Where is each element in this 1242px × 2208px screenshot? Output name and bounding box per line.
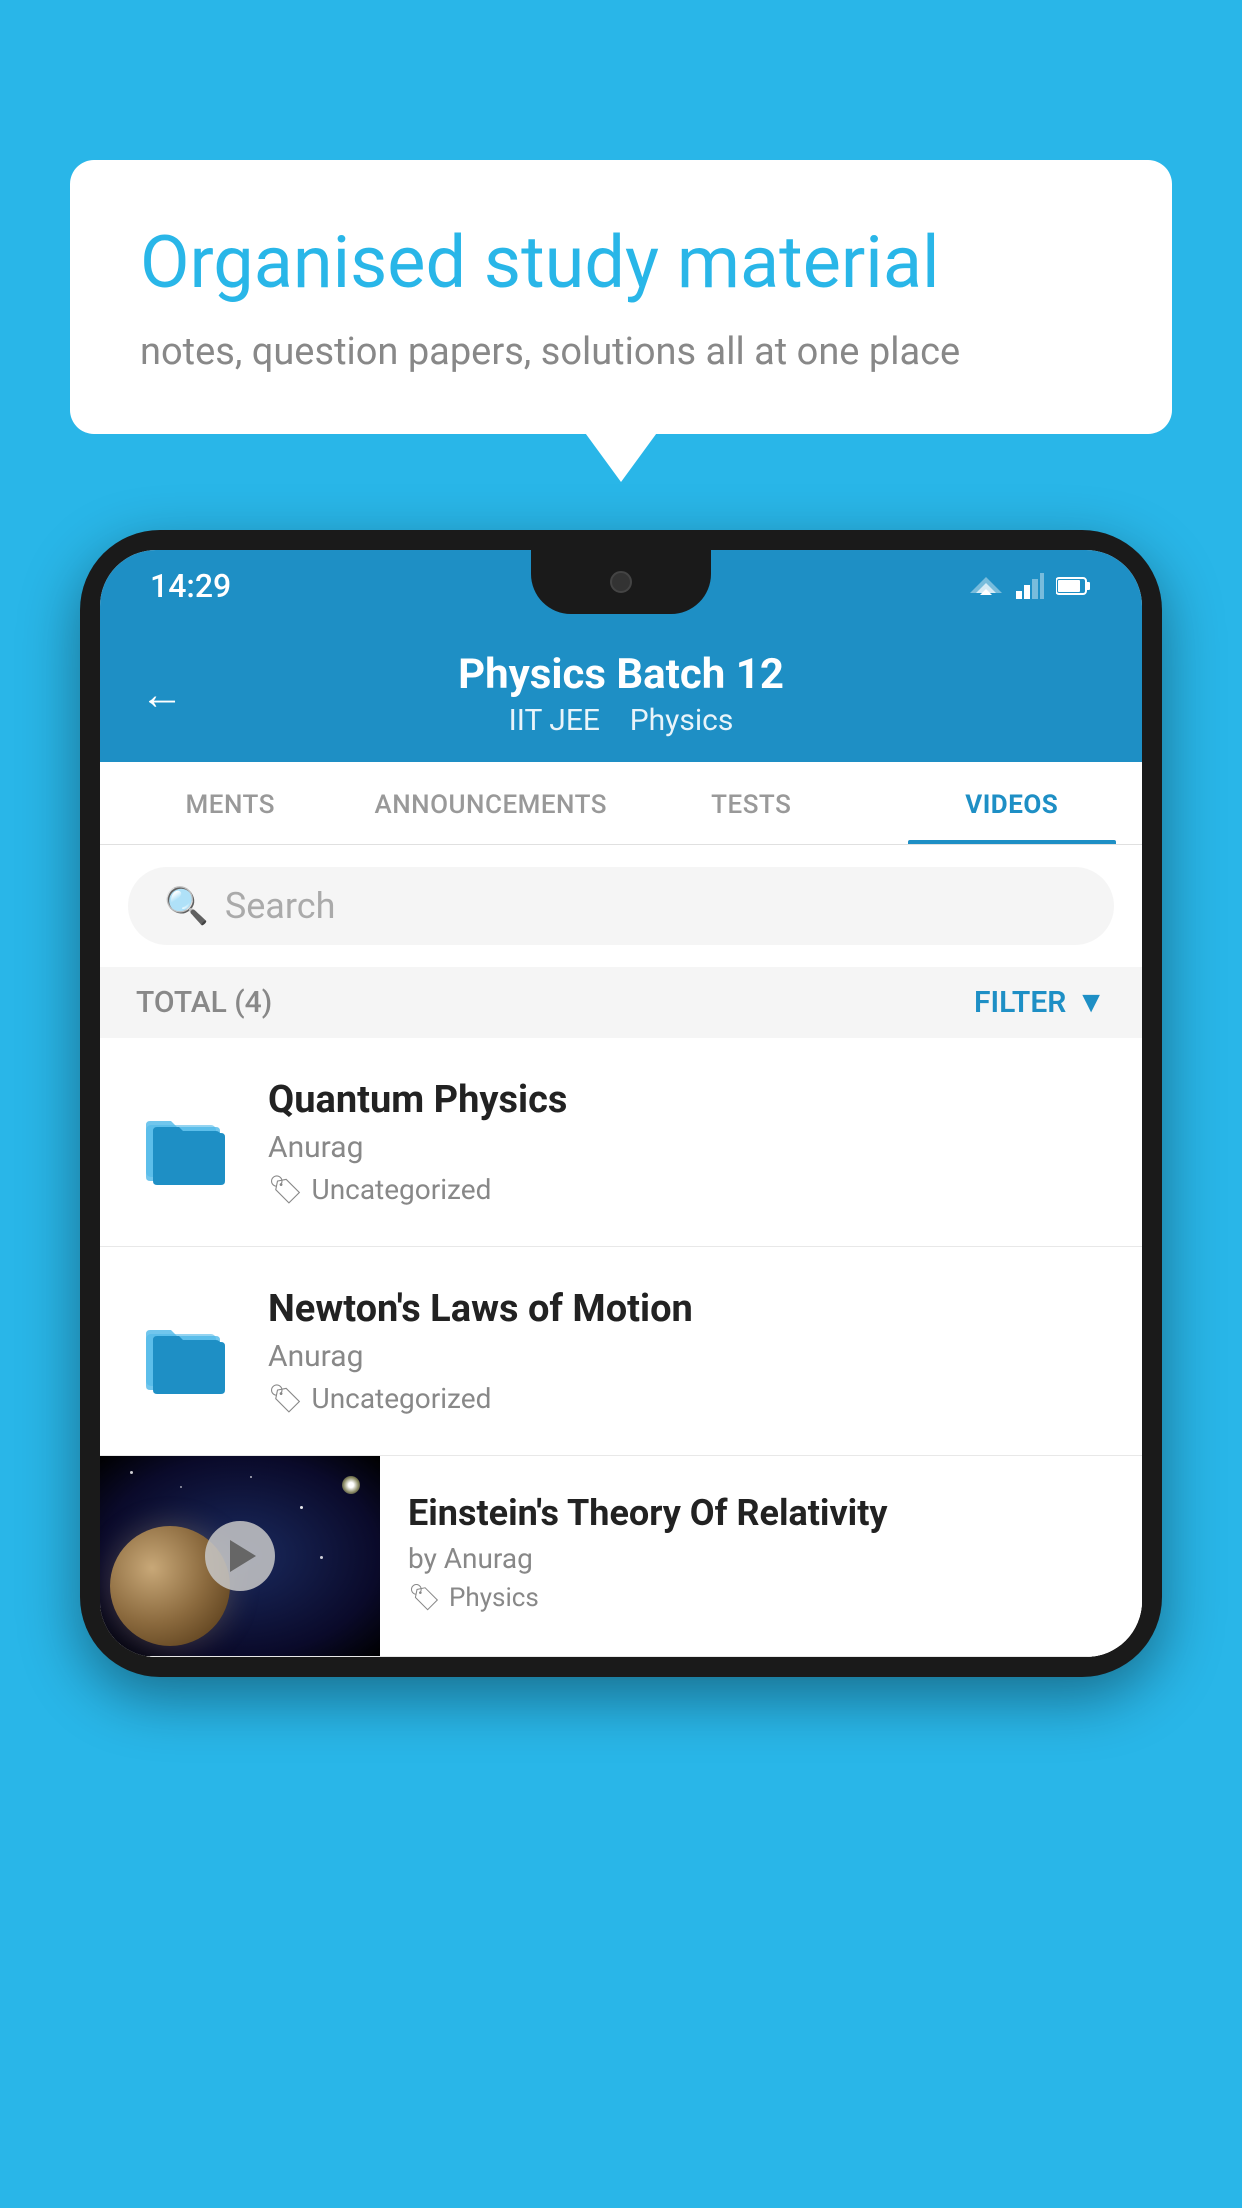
- tag-icon: 🏷: [268, 1382, 304, 1415]
- tab-ments[interactable]: MENTS: [100, 762, 361, 844]
- signal-icon: [1016, 573, 1044, 599]
- item-tag: 🏷 Uncategorized: [268, 1173, 1106, 1206]
- item-title: Quantum Physics: [268, 1078, 1106, 1122]
- item-author: Anurag: [268, 1130, 1106, 1165]
- list-item[interactable]: Newton's Laws of Motion Anurag 🏷 Uncateg…: [100, 1247, 1142, 1456]
- filter-label: FILTER: [974, 985, 1066, 1020]
- search-bar[interactable]: 🔍 Search: [128, 867, 1114, 945]
- header-title: Physics Batch 12: [458, 650, 784, 699]
- filter-icon: ▼: [1076, 985, 1106, 1020]
- tag-icon: 🏷: [408, 1583, 441, 1613]
- list-item-thumb[interactable]: Einstein's Theory Of Relativity by Anura…: [100, 1456, 1142, 1657]
- bubble-subtitle: notes, question papers, solutions all at…: [140, 330, 1102, 374]
- app-header: ← Physics Batch 12 IIT JEE Physics: [100, 622, 1142, 762]
- item-title: Newton's Laws of Motion: [268, 1287, 1106, 1331]
- item-tag: 🏷 Uncategorized: [268, 1382, 1106, 1415]
- tag-label: Uncategorized: [312, 1173, 492, 1206]
- total-count: TOTAL (4): [136, 985, 272, 1020]
- camera-dot: [610, 571, 632, 593]
- folder-icon: [136, 1092, 236, 1192]
- item-author: Anurag: [268, 1339, 1106, 1374]
- tab-announcements[interactable]: ANNOUNCEMENTS: [361, 762, 622, 844]
- notch: [531, 550, 711, 614]
- video-tag: 🏷 Physics: [408, 1583, 1114, 1613]
- tab-tests[interactable]: TESTS: [621, 762, 882, 844]
- folder-icon: [136, 1301, 236, 1401]
- header-subtitle: IIT JEE Physics: [458, 703, 784, 738]
- status-icons: [968, 573, 1092, 599]
- tab-videos[interactable]: VIDEOS: [882, 762, 1143, 844]
- back-button[interactable]: ←: [140, 668, 184, 720]
- subtitle-iitjee: IIT JEE: [509, 703, 600, 738]
- bubble-title: Organised study material: [140, 220, 1102, 306]
- wifi-icon: [968, 573, 1004, 599]
- filter-bar: TOTAL (4) FILTER ▼: [100, 967, 1142, 1038]
- phone-frame: 14:29: [80, 530, 1162, 1677]
- battery-icon: [1056, 576, 1092, 596]
- speech-bubble: Organised study material notes, question…: [70, 160, 1172, 434]
- status-bar: 14:29: [100, 550, 1142, 622]
- tabs-bar: MENTS ANNOUNCEMENTS TESTS VIDEOS: [100, 762, 1142, 845]
- video-author: by Anurag: [408, 1542, 1114, 1575]
- video-title: Einstein's Theory Of Relativity: [408, 1492, 1114, 1534]
- play-triangle: [230, 1540, 256, 1572]
- search-placeholder[interactable]: Search: [225, 885, 336, 927]
- filter-button[interactable]: FILTER ▼: [974, 985, 1106, 1020]
- play-button[interactable]: [205, 1521, 275, 1591]
- search-section: 🔍 Search: [100, 845, 1142, 967]
- thumb-content: Einstein's Theory Of Relativity by Anura…: [380, 1456, 1142, 1649]
- status-time: 14:29: [150, 567, 231, 605]
- header-title-group: Physics Batch 12 IIT JEE Physics: [458, 650, 784, 738]
- list-item[interactable]: Quantum Physics Anurag 🏷 Uncategorized: [100, 1038, 1142, 1247]
- phone-screen: 14:29: [100, 550, 1142, 1657]
- tag-label: Uncategorized: [312, 1382, 492, 1415]
- subtitle-physics: Physics: [630, 703, 734, 738]
- item-content: Quantum Physics Anurag 🏷 Uncategorized: [268, 1078, 1106, 1206]
- search-icon: 🔍: [164, 885, 209, 927]
- thumbnail: [100, 1456, 380, 1656]
- content-list: Quantum Physics Anurag 🏷 Uncategorized: [100, 1038, 1142, 1657]
- speech-bubble-container: Organised study material notes, question…: [70, 160, 1172, 434]
- tag-label: Physics: [449, 1583, 539, 1613]
- phone-container: 14:29: [80, 530, 1162, 2208]
- item-content: Newton's Laws of Motion Anurag 🏷 Uncateg…: [268, 1287, 1106, 1415]
- tag-icon: 🏷: [268, 1173, 304, 1206]
